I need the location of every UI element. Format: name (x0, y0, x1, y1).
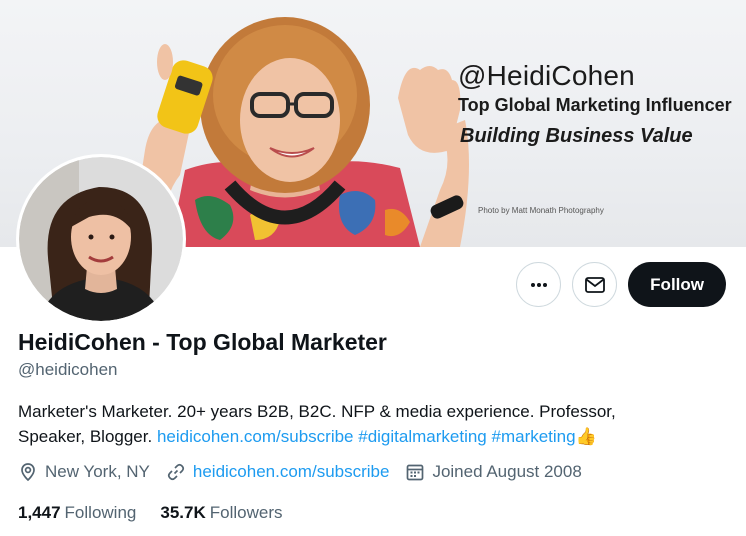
website-item[interactable]: heidicohen.com/subscribe (166, 462, 390, 482)
followers-link[interactable]: 35.7K Followers (160, 503, 282, 523)
hashtag-marketing-link[interactable]: #marketing (492, 427, 576, 446)
profile-bio: Marketer's Marketer. 20+ years B2B, B2C.… (18, 399, 718, 449)
profile-handle: @heidicohen (18, 360, 118, 379)
banner-tagline-text: Top Global Marketing Influencer (458, 95, 732, 115)
joined-item: Joined August 2008 (405, 462, 582, 482)
bio-line-2: Speaker, Blogger. heidicohen.com/subscri… (18, 424, 718, 449)
banner-photo-credit: Photo by Matt Monath Photography (478, 206, 604, 215)
location-item: New York, NY (18, 462, 150, 482)
following-label: Following (64, 503, 137, 522)
link-icon (167, 463, 184, 481)
bio-text: Speaker, Blogger. (18, 427, 153, 446)
message-button[interactable] (572, 262, 618, 307)
calendar-icon (407, 464, 424, 481)
follow-button[interactable]: Follow (628, 262, 726, 307)
banner-handle-text: @HeidiCohen (458, 60, 635, 91)
banner-subline-text: Building Business Value (460, 125, 693, 147)
profile-stats: 1,447 Following 35.7K Followers (18, 503, 306, 523)
location-text: New York, NY (45, 462, 150, 481)
following-count: 1,447 (18, 503, 61, 522)
bio-line-1: Marketer's Marketer. 20+ years B2B, B2C.… (18, 402, 616, 421)
followers-count: 35.7K (160, 503, 206, 522)
joined-text: Joined August 2008 (432, 462, 582, 481)
followers-label: Followers (209, 503, 283, 522)
thumbs-up-emoji: 👍 (575, 427, 597, 446)
website-link[interactable]: heidicohen.com/subscribe (193, 462, 390, 482)
following-link[interactable]: 1,447 Following (18, 503, 136, 523)
hashtag-digitalmarketing-link[interactable]: #digitalmarketing (358, 427, 487, 446)
avatar-photo (19, 157, 183, 321)
more-button[interactable] (516, 262, 562, 307)
more-horizontal-icon (530, 282, 547, 287)
profile-name: HeidiCohen - Top Global Marketer (18, 329, 387, 355)
location-pin-icon (21, 463, 35, 482)
avatar[interactable] (16, 154, 186, 324)
profile-meta: New York, NY heidicohen.com/subscribe Jo… (18, 462, 598, 482)
envelope-icon (584, 276, 605, 293)
profile-actions: Follow (516, 262, 726, 307)
bio-subscribe-link[interactable]: heidicohen.com/subscribe (157, 427, 354, 446)
